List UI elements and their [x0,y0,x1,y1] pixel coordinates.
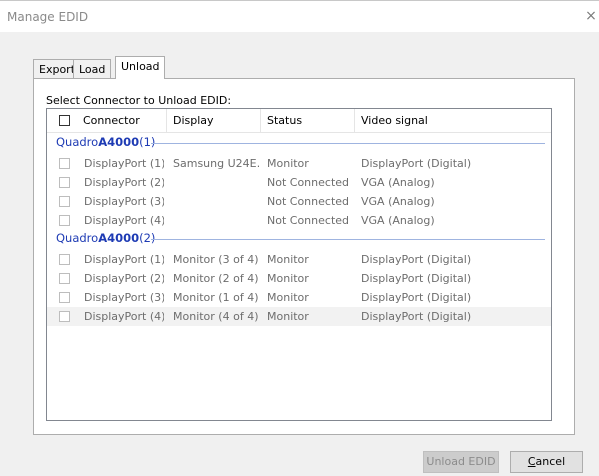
row-checkbox[interactable] [59,215,70,226]
column-header-status[interactable]: Status [261,109,355,132]
column-video-signal-label: Video signal [361,114,428,127]
column-header-video-signal[interactable]: Video signal [355,109,551,132]
group-name-bold: A4000 [98,231,140,245]
group-name-prefix: Quadro [56,231,99,245]
list-header: Connector Display Status Video signal [47,109,551,133]
tab-export-label: Export [39,63,76,76]
row-checkbox[interactable] [59,292,70,303]
cell-connector: DisplayPort (4) [84,214,164,227]
column-display-label: Display [173,114,214,127]
tab-load-label: Load [79,63,106,76]
cell-video-signal: DisplayPort (Digital) [361,291,472,304]
tab-unload-label: Unload [121,60,160,73]
cancel-mnemonic: C [527,455,536,468]
table-row[interactable]: DisplayPort (2) Monitor (2 of 4) Monitor… [47,269,551,288]
cell-connector: DisplayPort (1) [84,157,164,170]
table-row[interactable]: DisplayPort (3) Monitor (1 of 4) Monitor… [47,288,551,307]
table-row[interactable]: DisplayPort (4) Not Connected VGA (Analo… [47,211,551,230]
connector-list[interactable]: Connector Display Status Video signal Qu… [46,108,552,421]
group-name-prefix: Quadro [56,135,99,149]
cell-status: Monitor [267,253,309,266]
table-row[interactable]: DisplayPort (2) Not Connected VGA (Analo… [47,173,551,192]
table-row[interactable]: DisplayPort (4) Monitor (4 of 4) Monitor… [47,307,551,326]
close-icon[interactable]: × [583,7,599,25]
cell-connector: DisplayPort (2) [84,272,164,285]
row-checkbox[interactable] [59,273,70,284]
cell-display: Samsung U24E… [173,157,259,170]
group-header: QuadroA4000(1) [47,133,551,152]
cell-connector: DisplayPort (4) [84,310,164,323]
group-divider [151,143,545,144]
tab-export[interactable]: Export [33,59,76,79]
unload-edid-label: Unload EDID [426,455,496,468]
cell-connector: DisplayPort (2) [84,176,164,189]
cell-status: Monitor [267,310,309,323]
column-connector-label: Connector [83,114,140,127]
cell-status: Monitor [267,291,309,304]
tab-unload[interactable]: Unload [115,56,165,79]
cell-video-signal: DisplayPort (Digital) [361,310,472,323]
cell-video-signal: VGA (Analog) [361,176,435,189]
cell-connector: DisplayPort (3) [84,195,164,208]
cell-video-signal: VGA (Analog) [361,195,435,208]
window-title: Manage EDID [7,10,89,24]
cell-display: Monitor (3 of 4) [173,253,259,266]
column-header-display[interactable]: Display [167,109,261,132]
row-checkbox[interactable] [59,158,70,169]
cell-connector: DisplayPort (1) [84,253,164,266]
column-header-connector[interactable]: Connector [77,109,167,132]
cell-display: Monitor (4 of 4) [173,310,259,323]
cell-video-signal: DisplayPort (Digital) [361,272,472,285]
row-checkbox[interactable] [59,254,70,265]
group-divider [151,239,545,240]
row-checkbox[interactable] [59,177,70,188]
cell-status: Monitor [267,272,309,285]
cell-video-signal: VGA (Analog) [361,214,435,227]
row-checkbox[interactable] [59,311,70,322]
cell-status: Not Connected [267,176,350,189]
unload-edid-button[interactable]: Unload EDID [423,451,499,473]
cell-status: Not Connected [267,195,350,208]
group-title: QuadroA4000(2) [56,231,155,245]
group-name-bold: A4000 [98,135,140,149]
cancel-button[interactable]: Cancel [510,451,583,473]
group-suffix: (2) [139,231,156,245]
tab-load[interactable]: Load [73,59,111,79]
cell-connector: DisplayPort (3) [84,291,164,304]
cell-video-signal: DisplayPort (Digital) [361,253,472,266]
table-row[interactable]: DisplayPort (3) Not Connected VGA (Analo… [47,192,551,211]
group-header: QuadroA4000(2) [47,229,551,248]
cell-video-signal: DisplayPort (Digital) [361,157,472,170]
cancel-label: ancel [535,455,566,468]
table-row[interactable]: DisplayPort (1) Samsung U24E… Monitor Di… [47,154,551,173]
title-bar: Manage EDID × [0,0,599,32]
group-title: QuadroA4000(1) [56,135,155,149]
column-status-label: Status [267,114,303,127]
group-suffix: (1) [139,135,156,149]
table-row[interactable]: DisplayPort (1) Monitor (3 of 4) Monitor… [47,250,551,269]
row-checkbox[interactable] [59,196,70,207]
cell-display: Monitor (2 of 4) [173,272,259,285]
cell-status: Not Connected [267,214,350,227]
select-all-checkbox[interactable] [59,115,70,126]
cell-display: Monitor (1 of 4) [173,291,259,304]
cell-status: Monitor [267,157,309,170]
select-connector-label: Select Connector to Unload EDID: [46,94,232,107]
